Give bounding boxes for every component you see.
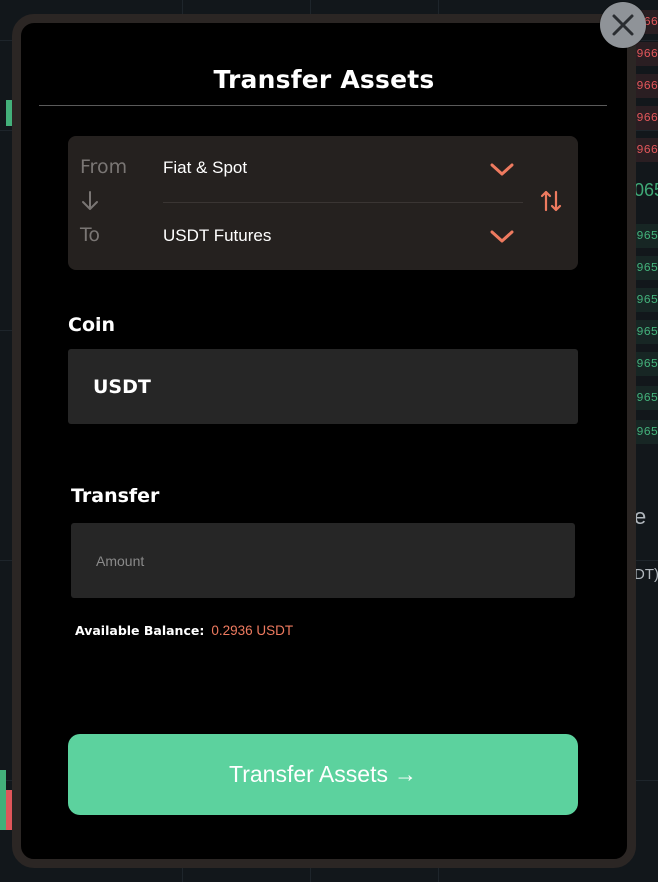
chevron-down-icon[interactable]	[488, 227, 516, 247]
from-account-select[interactable]: Fiat & Spot	[163, 158, 247, 178]
transfer-label: Transfer	[71, 485, 160, 507]
to-account-select[interactable]: USDT Futures	[163, 226, 271, 246]
from-label: From	[80, 156, 128, 178]
amount-input[interactable]	[71, 523, 575, 598]
balance-label: Available Balance:	[75, 623, 205, 638]
close-icon	[612, 14, 634, 36]
side-panel-heading: e	[634, 504, 647, 529]
available-balance: Available Balance: 0.2936 USDT	[75, 623, 293, 638]
coin-select[interactable]: USDT	[68, 349, 578, 424]
submit-label: Transfer Assets	[229, 761, 388, 787]
to-label: To	[80, 224, 101, 246]
title-divider	[39, 105, 607, 106]
swap-vertical-icon[interactable]	[540, 188, 562, 214]
balance-value: 0.2936 USDT	[211, 623, 294, 638]
coin-value: USDT	[93, 375, 151, 398]
arrow-down-icon	[82, 191, 98, 210]
coin-label: Coin	[68, 314, 116, 336]
arrow-right-icon: →	[393, 761, 417, 787]
from-to-separator	[163, 202, 523, 203]
transfer-assets-modal: Transfer Assets From To Fiat & Spot USDT…	[12, 14, 636, 868]
transfer-assets-button[interactable]: Transfer Assets →	[68, 734, 578, 815]
transfer-direction-box: From To Fiat & Spot USDT Futures	[68, 136, 578, 270]
side-panel-unit: DT)	[634, 566, 658, 583]
chevron-down-icon[interactable]	[488, 160, 516, 180]
last-price-ticker: 065	[634, 180, 658, 200]
close-button[interactable]	[600, 2, 646, 48]
modal-title: Transfer Assets	[213, 65, 435, 94]
